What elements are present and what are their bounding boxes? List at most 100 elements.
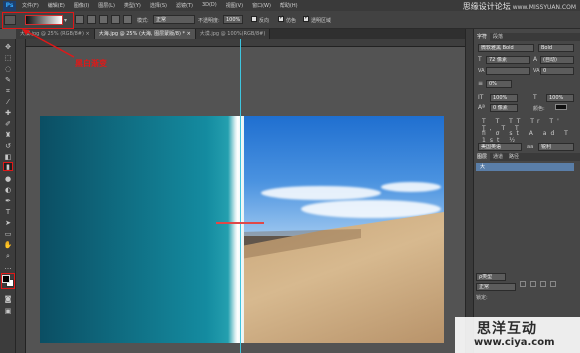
lock-label: 锁定:: [476, 295, 488, 301]
layers-panel-tabs: 图层 通道 路径: [474, 153, 580, 161]
sea-image: [40, 116, 236, 343]
text-color-swatch[interactable]: [555, 104, 567, 110]
linear-gradient-icon[interactable]: [75, 15, 84, 24]
annotation-text: 黑白渐变: [75, 59, 107, 68]
tab-paths[interactable]: 路径: [506, 153, 522, 161]
opentype-icons[interactable]: ﬁ σ st A ad T 1st ½: [482, 130, 580, 144]
type-tool-icon[interactable]: T: [3, 208, 13, 217]
language-select[interactable]: 美国英语: [478, 143, 522, 151]
move-tool-icon[interactable]: ✥: [3, 43, 13, 52]
reflected-gradient-icon[interactable]: [111, 15, 120, 24]
reverse-checkbox[interactable]: [251, 16, 257, 22]
vertical-ruler: [16, 39, 26, 353]
pen-tool-icon[interactable]: ✒: [3, 197, 13, 206]
tab-desert-100[interactable]: 大漠.jpg @ 100%(RGB/8#): [195, 29, 271, 39]
brush-tool-icon[interactable]: ✐: [3, 120, 13, 129]
layer-kind-filter[interactable]: ρ类型: [476, 273, 506, 281]
layer-type-icon[interactable]: [540, 281, 546, 287]
vertical-scale-input[interactable]: 100%: [490, 94, 518, 102]
menu-file[interactable]: 文件(F): [22, 2, 39, 9]
kerning-select[interactable]: [486, 67, 530, 75]
angle-gradient-icon[interactable]: [99, 15, 108, 24]
menu-type[interactable]: 类型(Y): [124, 2, 141, 9]
site-logo-name: 思缘设计论坛: [462, 2, 511, 11]
menu-layer[interactable]: 图层(L): [98, 2, 115, 9]
tsume-input[interactable]: 0%: [486, 80, 512, 88]
clone-stamp-tool-icon[interactable]: ♜: [3, 131, 13, 140]
menu-window[interactable]: 窗口(W): [252, 2, 271, 9]
gradient-tool-icon[interactable]: ▮: [3, 162, 13, 171]
crop-tool-icon[interactable]: ⌗: [3, 87, 13, 96]
baseline-icon: Aª: [478, 104, 485, 111]
layer-row[interactable]: 大: [476, 163, 574, 171]
blur-tool-icon[interactable]: ●: [3, 175, 13, 184]
layer-filter-icon[interactable]: [520, 281, 526, 287]
cloud: [301, 200, 441, 218]
tab-paragraph[interactable]: 段落: [490, 33, 506, 41]
antialias-select[interactable]: 锐利: [538, 143, 574, 151]
menu-filter[interactable]: 滤镜(T): [176, 2, 193, 9]
tools-panel: ✥ ⬚ ◌ ✎ ⌗ ⁄ ✚ ✐ ♜ ↺ ◧ ▮ ● ◐ ✒ T ➤ ▭ ✋ ⌕ …: [0, 39, 16, 353]
layer-shape-icon[interactable]: [550, 281, 556, 287]
font-size-icon: T: [478, 56, 482, 63]
opacity-input[interactable]: 100%: [223, 15, 243, 24]
guide-line[interactable]: [240, 39, 241, 353]
horizontal-scale-icon: T: [533, 94, 537, 101]
menu-select[interactable]: 选择(S): [150, 2, 167, 9]
screen-mode-icon[interactable]: ▣: [3, 307, 13, 316]
tab-sea[interactable]: 大海.jpg @ 25% (大海, 图层蒙版/8) * ×: [94, 29, 196, 39]
transparency-label: 透明区域: [311, 18, 332, 24]
document-tabs: 大漠.jpg @ 25% (RGB/8#) × 大海.jpg @ 25% (大海…: [16, 29, 465, 39]
font-family-select[interactable]: 微软雅黑 Bold: [478, 44, 534, 52]
marquee-tool-icon[interactable]: ⬚: [3, 54, 13, 63]
horizontal-ruler: [26, 39, 465, 47]
quick-mask-icon[interactable]: ◙: [3, 295, 13, 304]
menu-edit[interactable]: 编辑(E): [48, 2, 65, 9]
watermark-url: www.ciya.com: [474, 337, 555, 348]
dither-checkbox[interactable]: [278, 14, 284, 22]
dodge-tool-icon[interactable]: ◐: [3, 186, 13, 195]
dither-label: 仿色: [286, 18, 297, 24]
font-size-input[interactable]: 72 像素: [486, 56, 530, 64]
history-brush-tool-icon[interactable]: ↺: [3, 142, 13, 151]
tab-character[interactable]: 字符: [474, 33, 491, 41]
opacity-label: 不透明度:: [198, 18, 220, 24]
tracking-label-2: VA: [533, 68, 540, 74]
menu-image[interactable]: 图像(I): [74, 2, 89, 9]
tab-layers[interactable]: 图层: [474, 153, 491, 161]
foreground-color-swatch[interactable]: [2, 275, 10, 283]
rectangle-tool-icon[interactable]: ▭: [3, 230, 13, 239]
radial-gradient-icon[interactable]: [87, 15, 96, 24]
watermark-title: 思洋互动: [477, 321, 537, 337]
lasso-tool-icon[interactable]: ◌: [3, 65, 13, 74]
vertical-scale-icon: IT: [478, 94, 484, 101]
tracking-label: VA: [478, 68, 485, 74]
menu-help[interactable]: 帮助(H): [280, 2, 298, 9]
layer-adjust-icon[interactable]: [530, 281, 536, 287]
menu-3d[interactable]: 3D(D): [202, 2, 217, 9]
baseline-input[interactable]: 0 像素: [490, 104, 518, 112]
more-tools-icon[interactable]: …: [3, 263, 13, 272]
right-panel: [474, 29, 580, 353]
eyedropper-tool-icon[interactable]: ⁄: [3, 98, 13, 107]
horizontal-scale-input[interactable]: 100%: [546, 94, 574, 102]
menu-view[interactable]: 视图(V): [226, 2, 243, 9]
font-style-select[interactable]: Bold: [538, 44, 574, 52]
mode-label: 模式:: [137, 18, 149, 24]
tab-channels[interactable]: 通道: [490, 153, 506, 161]
leading-input[interactable]: (自动): [540, 56, 574, 64]
mode-select[interactable]: 正常: [153, 15, 195, 24]
healing-brush-tool-icon[interactable]: ✚: [3, 109, 13, 118]
hand-tool-icon[interactable]: ✋: [3, 241, 13, 250]
document-canvas[interactable]: [40, 116, 444, 343]
diamond-gradient-icon[interactable]: [123, 15, 132, 24]
transparency-checkbox[interactable]: [303, 14, 309, 22]
tracking-input[interactable]: 0: [540, 67, 574, 75]
cloud: [261, 186, 381, 200]
path-selection-tool-icon[interactable]: ➤: [3, 219, 13, 228]
layer-blend-mode[interactable]: 正常: [476, 283, 516, 291]
zoom-tool-icon[interactable]: ⌕: [3, 252, 13, 261]
eraser-tool-icon[interactable]: ◧: [3, 153, 13, 162]
quick-select-tool-icon[interactable]: ✎: [3, 76, 13, 85]
photoshop-logo: Ps: [3, 0, 16, 11]
